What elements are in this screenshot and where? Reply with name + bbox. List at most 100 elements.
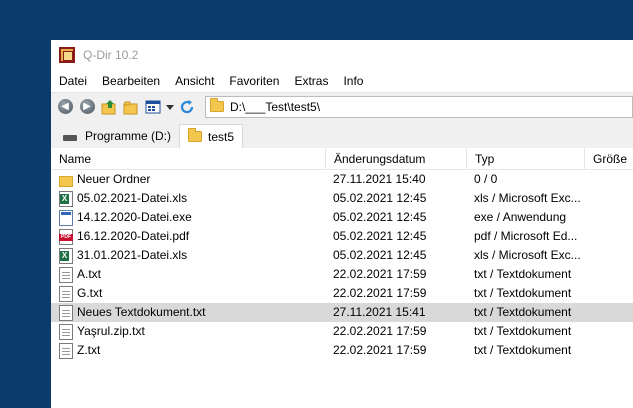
- file-size: [584, 227, 633, 246]
- file-name: 31.01.2021-Datei.xls: [77, 248, 188, 262]
- folder-icon: [188, 128, 203, 142]
- file-date: 27.11.2021 15:40: [333, 172, 426, 186]
- tab-label: Programme (D:): [85, 129, 172, 143]
- file-type: exe / Anwendung: [474, 210, 567, 224]
- file-date: 27.11.2021 15:41: [333, 305, 426, 319]
- refresh-button[interactable]: [177, 97, 197, 117]
- menu-ansicht[interactable]: Ansicht: [167, 74, 221, 88]
- view-grid-icon: [145, 100, 161, 113]
- file-name-cell: 31.01.2021-Datei.xls: [51, 246, 325, 265]
- file-name-cell: 14.12.2020-Datei.exe: [51, 208, 325, 227]
- column-header-date[interactable]: Änderungsdatum: [325, 147, 466, 170]
- text-file-icon: [59, 285, 73, 302]
- file-name: Neues Textdokument.txt: [77, 305, 206, 319]
- dropdown-arrow-icon: [166, 104, 174, 110]
- file-size: [584, 208, 633, 227]
- file-row[interactable]: 14.12.2020-Datei.exe 05.02.2021 12:45 exe …: [51, 208, 633, 227]
- file-type: txt / Textdokument: [474, 343, 572, 357]
- folder-icon: [59, 175, 73, 187]
- text-file-icon: [59, 342, 73, 359]
- file-row[interactable]: 16.12.2020-Datei.pdf 05.02.2021 12:45 pdf …: [51, 227, 633, 246]
- file-date: 05.02.2021 12:45: [333, 248, 427, 262]
- file-name-cell: Neues Textdokument.txt: [51, 303, 325, 322]
- view-button[interactable]: [143, 97, 163, 117]
- file-list: Name Änderungsdatum Typ Größe Neuer Ordn…: [51, 147, 633, 360]
- excel-file-icon: [59, 247, 73, 264]
- file-name: G.txt: [77, 286, 103, 300]
- file-name: Yaşrul.zip.txt: [77, 324, 145, 338]
- file-size: [584, 341, 633, 360]
- menu-extras[interactable]: Extras: [286, 74, 335, 88]
- tab-test5[interactable]: test5: [179, 124, 244, 148]
- file-type: txt / Textdokument: [474, 324, 572, 338]
- file-name: 14.12.2020-Datei.exe: [77, 210, 192, 224]
- text-file-icon: [59, 266, 73, 283]
- file-name-cell: 16.12.2020-Datei.pdf: [51, 227, 325, 246]
- file-size: [584, 265, 633, 284]
- file-name-cell: Yaşrul.zip.txt: [51, 322, 325, 341]
- menu-bearbeiten[interactable]: Bearbeiten: [94, 74, 167, 88]
- file-row[interactable]: A.txt 22.02.2021 17:59 txt / Textdokument: [51, 265, 633, 284]
- back-icon: ◀: [57, 99, 73, 114]
- app-window: Q-Dir 10.2 Datei Bearbeiten Ansicht Favo…: [51, 40, 633, 408]
- file-type: xls / Microsoft Exc...: [474, 191, 581, 205]
- address-text: D:\___Test\test5\: [230, 99, 321, 114]
- excel-file-icon: [59, 190, 73, 207]
- file-row[interactable]: Neues Textdokument.txt 27.11.2021 15:41 tx…: [51, 303, 633, 322]
- file-row[interactable]: Neuer Ordner 27.11.2021 15:40 0 / 0: [51, 170, 633, 189]
- file-size: [584, 246, 633, 265]
- file-date: 22.02.2021 17:59: [333, 267, 427, 281]
- address-bar[interactable]: D:\___Test\test5\: [205, 95, 633, 118]
- file-name: 05.02.2021-Datei.xls: [77, 191, 188, 205]
- file-name-cell: Z.txt: [51, 341, 325, 360]
- column-header-type[interactable]: Typ: [466, 147, 584, 170]
- up-folder-icon: [101, 99, 116, 114]
- app-icon: [59, 47, 75, 63]
- toolbar: ◀ ▶ D:\___Test\test5\: [51, 92, 633, 120]
- file-name: 16.12.2020-Datei.pdf: [77, 229, 190, 243]
- file-name: Z.txt: [77, 343, 101, 357]
- file-type: pdf / Microsoft Ed...: [474, 229, 578, 243]
- file-name-cell: Neuer Ordner: [51, 170, 325, 189]
- file-date: 22.02.2021 17:59: [333, 343, 427, 357]
- text-file-icon: [59, 323, 73, 340]
- file-size: [584, 303, 633, 322]
- pdf-file-icon: [59, 228, 73, 245]
- file-size: [584, 284, 633, 303]
- file-name-cell: A.txt: [51, 265, 325, 284]
- new-folder-button[interactable]: [121, 97, 141, 117]
- column-header-size[interactable]: Größe: [584, 147, 633, 170]
- forward-button[interactable]: ▶: [77, 97, 97, 117]
- menu-favoriten[interactable]: Favoriten: [221, 74, 286, 88]
- file-size: [584, 170, 633, 189]
- list-header: Name Änderungsdatum Typ Größe: [51, 147, 633, 170]
- tab-bar: Programme (D:) test5: [51, 120, 633, 148]
- drive-icon: [63, 135, 77, 141]
- file-row[interactable]: Z.txt 22.02.2021 17:59 txt / Textdokument: [51, 341, 633, 360]
- column-header-name[interactable]: Name: [51, 148, 325, 170]
- file-name: A.txt: [77, 267, 102, 281]
- window-title: Q-Dir 10.2: [83, 48, 139, 62]
- file-size: [584, 322, 633, 341]
- file-type: txt / Textdokument: [474, 267, 572, 281]
- file-name-cell: 05.02.2021-Datei.xls: [51, 189, 325, 208]
- tab-label: test5: [208, 129, 235, 144]
- up-folder-button[interactable]: [99, 97, 119, 117]
- file-row[interactable]: Yaşrul.zip.txt 22.02.2021 17:59 txt / Text…: [51, 322, 633, 341]
- file-row[interactable]: G.txt 22.02.2021 17:59 txt / Textdokument: [51, 284, 633, 303]
- menu-bar: Datei Bearbeiten Ansicht Favoriten Extra…: [51, 70, 633, 92]
- text-file-icon: [59, 304, 73, 321]
- file-size: [584, 189, 633, 208]
- back-button[interactable]: ◀: [55, 97, 75, 117]
- file-rows: Neuer Ordner 27.11.2021 15:40 0 / 0 05.02.2…: [51, 170, 633, 360]
- folder-icon: [210, 98, 224, 112]
- file-type: txt / Textdokument: [474, 305, 572, 319]
- view-dropdown-button[interactable]: [165, 97, 175, 117]
- file-row[interactable]: 05.02.2021-Datei.xls 05.02.2021 12:45 xls …: [51, 189, 633, 208]
- file-row[interactable]: 31.01.2021-Datei.xls 05.02.2021 12:45 xls …: [51, 246, 633, 265]
- tab-programme[interactable]: Programme (D:): [55, 124, 179, 148]
- menu-info[interactable]: Info: [335, 74, 370, 88]
- new-folder-icon: [123, 101, 138, 114]
- menu-datei[interactable]: Datei: [51, 74, 94, 88]
- file-date: 22.02.2021 17:59: [333, 324, 427, 338]
